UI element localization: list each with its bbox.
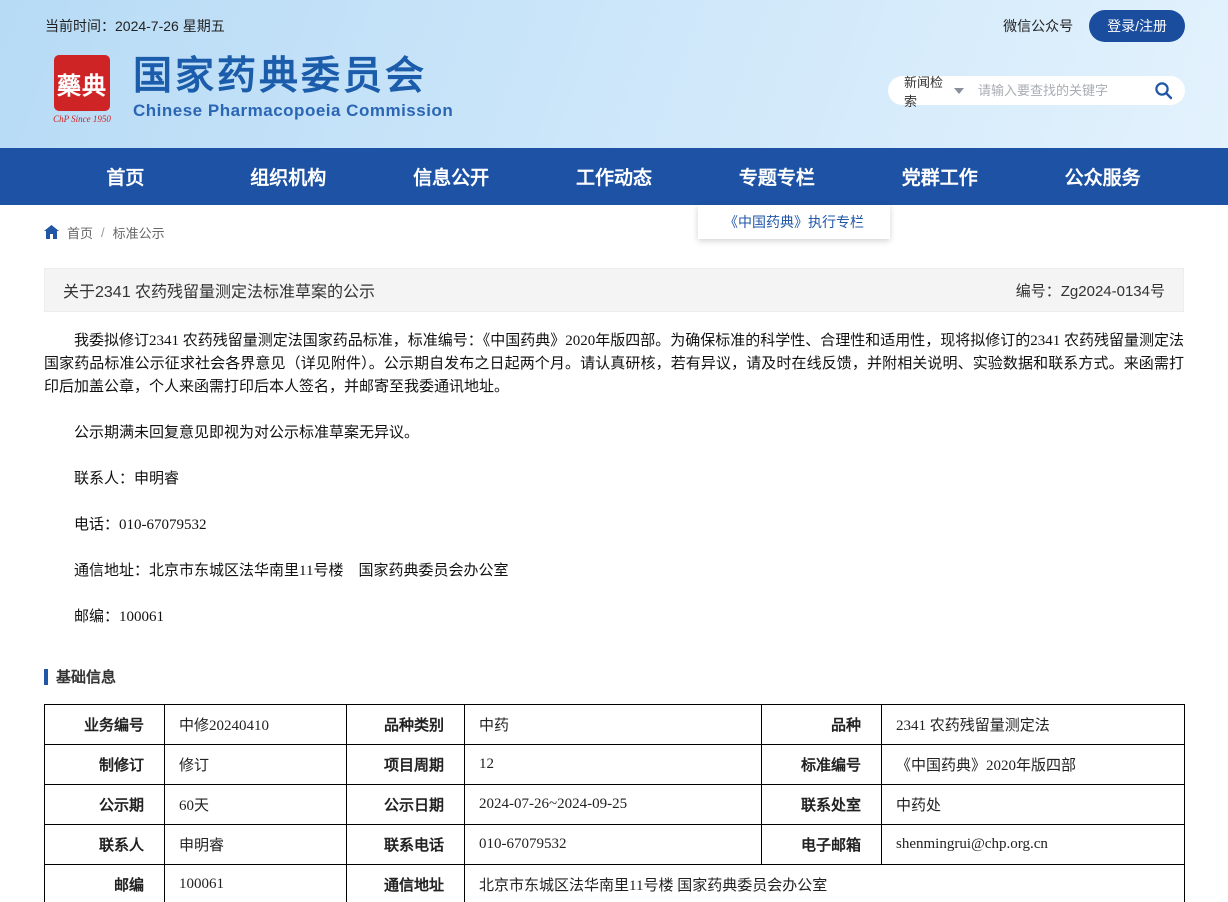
notice-paragraph-no-objection: 公示期满未回复意见即视为对公示标准草案无异议。 <box>74 425 420 441</box>
cell-value: shenmingrui@chp.org.cn <box>881 824 1185 865</box>
cell-value: 2341 农药残留量测定法 <box>881 704 1185 745</box>
search-category-select[interactable]: 新闻检索 <box>904 72 964 110</box>
table-row: 邮编 100061 通信地址 北京市东城区法华南里11号楼 国家药典委员会办公室 <box>44 864 1185 902</box>
basic-info-title: 基础信息 <box>56 669 117 686</box>
breadcrumb: 首页 / 标准公示 <box>44 205 1184 242</box>
cell-value: 中药处 <box>881 784 1185 825</box>
nav-item-work-updates[interactable]: 工作动态 <box>533 148 696 205</box>
cell-value: 申明睿 <box>164 824 347 865</box>
cell-value: 中修20240410 <box>164 704 347 745</box>
search-input[interactable] <box>978 83 1154 98</box>
search-icon <box>1155 82 1173 100</box>
notice-mailing-address: 通信地址：北京市东城区法华南里11号楼 国家药典委员会办公室 <box>74 563 509 579</box>
nav-dropdown-panel: 《中国药典》执行专栏 <box>698 205 890 239</box>
notice-title-bar: 关于2341 农药残留量测定法标准草案的公示 编号：Zg2024-0134号 <box>44 268 1184 312</box>
seal-text: 藥典 <box>57 73 107 100</box>
cell-value: 2024-07-26~2024-09-25 <box>464 784 762 825</box>
cell-value: 60天 <box>164 784 347 825</box>
chp-seal-logo: 藥典 ChP Since 1950 <box>45 55 119 129</box>
seal-caption: ChP Since 1950 <box>53 114 111 124</box>
cell-label: 联系处室 <box>761 784 882 825</box>
current-time: 当前时间：2024-7-26 星期五 <box>45 18 225 34</box>
table-row: 联系人 申明睿 联系电话 010-67079532 电子邮箱 shenmingr… <box>44 824 1185 865</box>
notice-postal-code: 邮编：100061 <box>74 609 165 625</box>
search-category-label: 新闻检索 <box>904 74 944 109</box>
notice-phone: 电话：010-67079532 <box>74 517 207 533</box>
notice-content: 关于2341 农药残留量测定法标准草案的公示 编号：Zg2024-0134号 我… <box>44 268 1185 902</box>
cell-value: 12 <box>464 744 762 785</box>
nav-item-public-service[interactable]: 公众服务 <box>1021 148 1184 205</box>
main-nav: 首页 组织机构 信息公开 工作动态 专题专栏 党群工作 公众服务 《中国药典》执… <box>0 148 1228 239</box>
cell-label: 制修订 <box>44 744 165 785</box>
cell-label: 公示日期 <box>346 784 465 825</box>
breadcrumb-separator: / <box>101 224 105 240</box>
cell-value: 修订 <box>164 744 347 785</box>
site-header: 当前时间：2024-7-26 星期五 微信公众号 登录/注册 藥典 ChP Si… <box>0 0 1228 148</box>
basic-info-table: 业务编号 中修20240410 品种类别 中药 品种 2341 农药残留量测定法… <box>44 704 1185 902</box>
topbar-right: 微信公众号 登录/注册 <box>1003 10 1185 42</box>
cell-value: 北京市东城区法华南里11号楼 国家药典委员会办公室 <box>464 864 1185 902</box>
cell-label: 公示期 <box>44 784 165 825</box>
login-register-button[interactable]: 登录/注册 <box>1089 10 1185 42</box>
seal-icon: 藥典 <box>54 55 110 111</box>
brand-text: 国家药典委员会 Chinese Pharmacopoeia Commission <box>133 55 453 121</box>
notice-doc-number: 编号：Zg2024-0134号 <box>1015 282 1165 300</box>
cell-label: 邮编 <box>44 864 165 902</box>
cell-label: 品种 <box>761 704 882 745</box>
breadcrumb-home[interactable]: 首页 <box>67 223 93 242</box>
notice-paragraph-main: 我委拟修订2341 农药残留量测定法国家药品标准，标准编号：《中国药典》2020… <box>44 333 1185 395</box>
nav-item-special-columns[interactable]: 专题专栏 <box>695 148 858 205</box>
cell-label: 通信地址 <box>346 864 465 902</box>
cell-value: 《中国药典》2020年版四部 <box>881 744 1185 785</box>
section-accent-bar <box>44 668 48 685</box>
table-row: 业务编号 中修20240410 品种类别 中药 品种 2341 农药残留量测定法 <box>44 704 1185 745</box>
nav-list: 首页 组织机构 信息公开 工作动态 专题专栏 党群工作 公众服务 <box>44 148 1184 205</box>
cell-value: 100061 <box>164 864 347 902</box>
search-bar: 新闻检索 <box>888 75 1185 109</box>
cell-label: 项目周期 <box>346 744 465 785</box>
cell-label: 电子邮箱 <box>761 824 882 865</box>
cell-label: 联系电话 <box>346 824 465 865</box>
notice-contact-person: 联系人：申明睿 <box>74 471 180 487</box>
nav-item-organization[interactable]: 组织机构 <box>207 148 370 205</box>
cell-value: 中药 <box>464 704 762 745</box>
brand: 藥典 ChP Since 1950 国家药典委员会 Chinese Pharma… <box>45 55 453 129</box>
nav-item-party-work[interactable]: 党群工作 <box>858 148 1021 205</box>
cell-label: 联系人 <box>44 824 165 865</box>
nav-item-home[interactable]: 首页 <box>44 148 207 205</box>
chevron-down-icon <box>954 87 964 94</box>
breadcrumb-current[interactable]: 标准公示 <box>113 223 165 242</box>
home-icon[interactable] <box>44 225 59 239</box>
notice-body: 我委拟修订2341 农药残留量测定法国家药品标准，标准编号：《中国药典》2020… <box>44 330 1184 629</box>
cell-label: 标准编号 <box>761 744 882 785</box>
nav-item-info-disclosure[interactable]: 信息公开 <box>370 148 533 205</box>
site-name: 国家药典委员会 <box>133 55 428 98</box>
site-name-en: Chinese Pharmacopoeia Commission <box>133 101 454 120</box>
notice-title: 关于2341 农药残留量测定法标准草案的公示 <box>63 284 376 301</box>
top-bar: 当前时间：2024-7-26 星期五 微信公众号 登录/注册 <box>45 10 1185 42</box>
wechat-link[interactable]: 微信公众号 <box>1003 16 1073 36</box>
dropdown-item-chp-execution[interactable]: 《中国药典》执行专栏 <box>724 212 864 232</box>
search-button[interactable] <box>1154 81 1173 100</box>
cell-value: 010-67079532 <box>464 824 762 865</box>
cell-label: 品种类别 <box>346 704 465 745</box>
table-row: 制修订 修订 项目周期 12 标准编号 《中国药典》2020年版四部 <box>44 744 1185 785</box>
cell-label: 业务编号 <box>44 704 165 745</box>
table-row: 公示期 60天 公示日期 2024-07-26~2024-09-25 联系处室 … <box>44 784 1185 825</box>
basic-info-section-header: 基础信息 <box>44 666 1184 687</box>
